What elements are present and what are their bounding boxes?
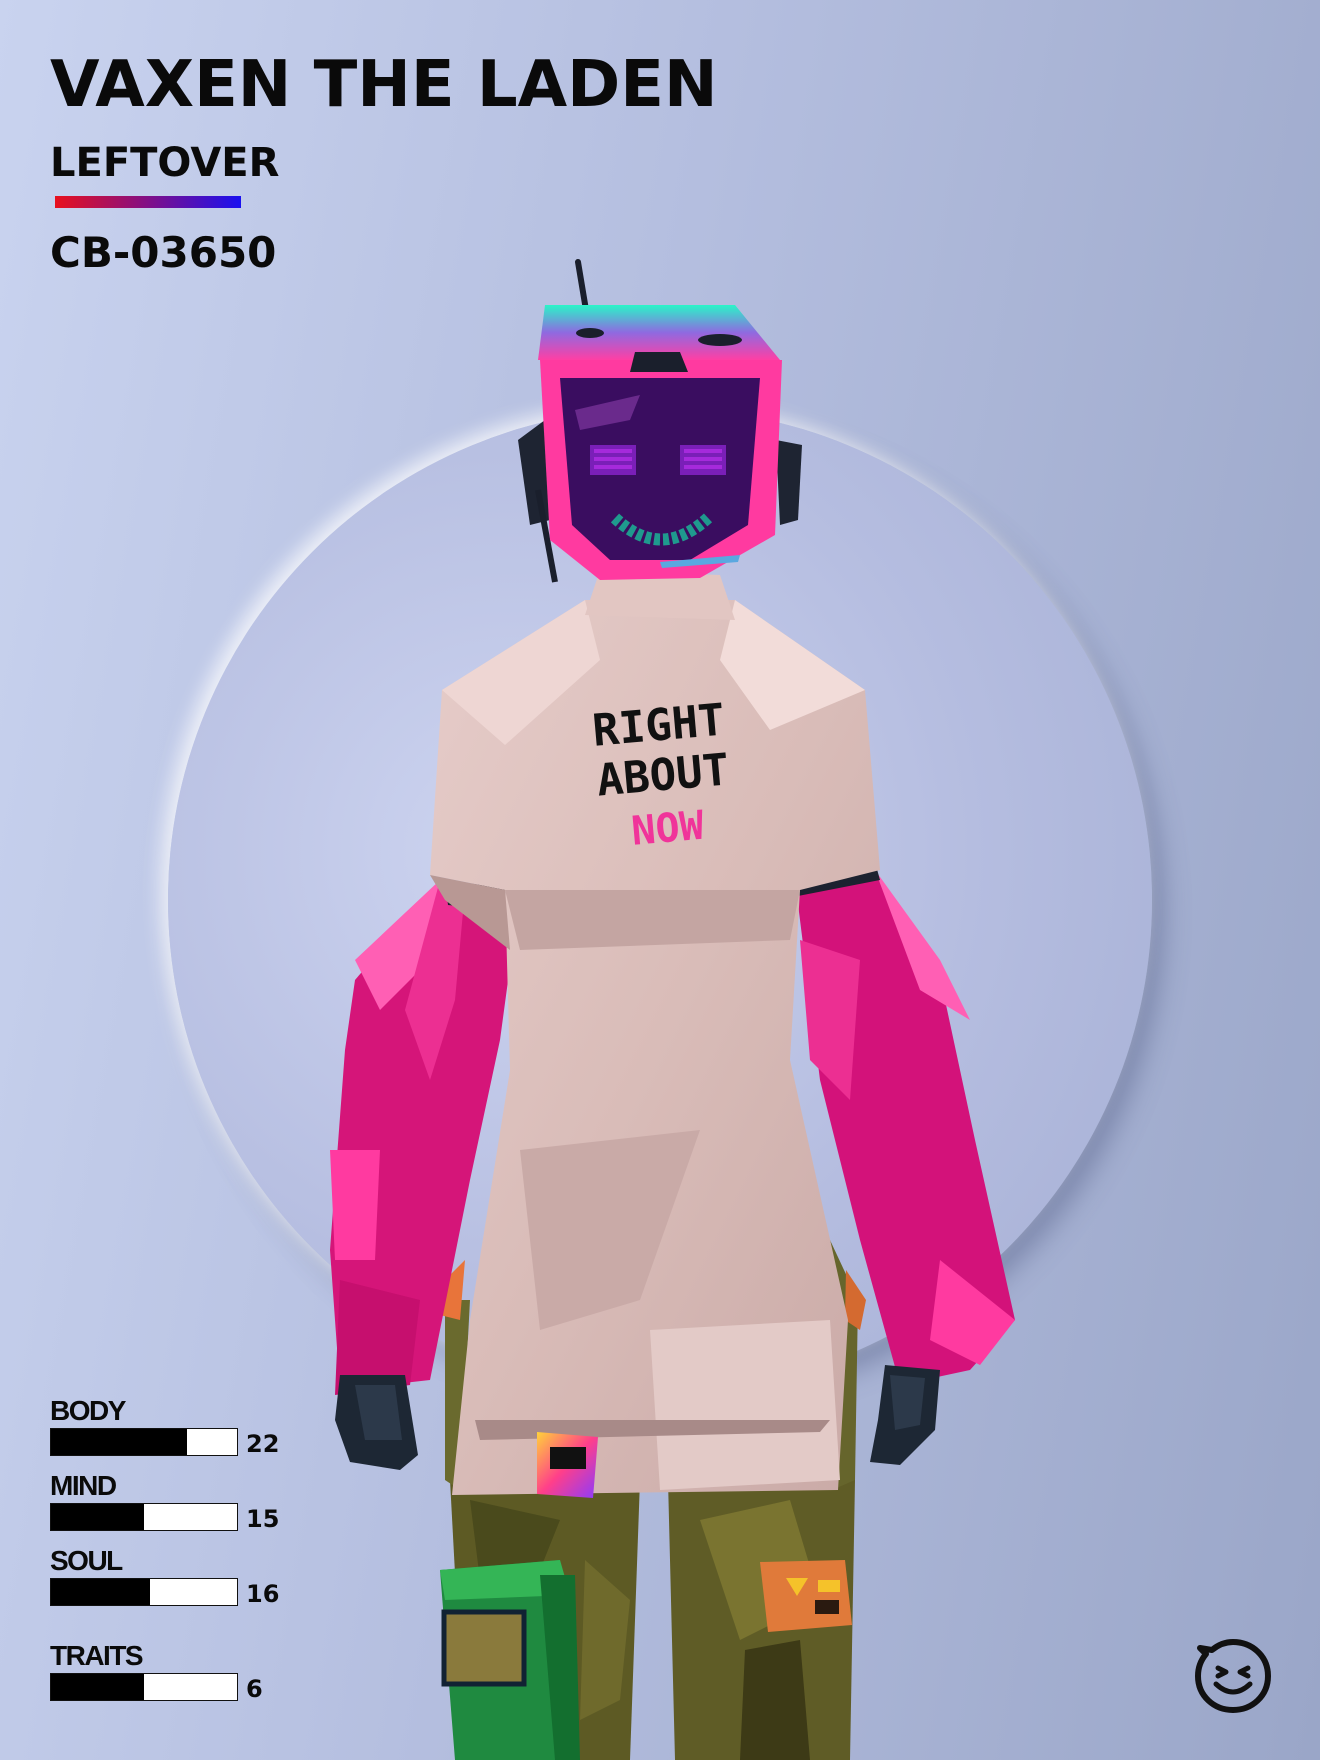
stat-label: BODY bbox=[50, 1395, 126, 1426]
serial-number: CB-03650 bbox=[50, 228, 277, 277]
stat-bar bbox=[50, 1503, 238, 1531]
stat-traits: TRAITS 6 bbox=[50, 1641, 290, 1705]
stat-mind: MIND 15 bbox=[50, 1471, 290, 1535]
leg-bag-orange bbox=[760, 1560, 852, 1632]
visor-eye-left bbox=[590, 445, 636, 475]
helmet bbox=[518, 259, 802, 583]
stat-body: BODY 22 bbox=[50, 1396, 290, 1460]
stat-bar bbox=[50, 1673, 238, 1701]
visor-eye-right bbox=[680, 445, 726, 475]
stat-bar bbox=[50, 1578, 238, 1606]
side-accent-right bbox=[845, 1270, 866, 1330]
stat-soul: SOUL 16 bbox=[50, 1546, 290, 1610]
leg-bag-green bbox=[440, 1560, 580, 1760]
shirt-text-line3: NOW bbox=[630, 803, 707, 855]
character-class: LEFTOVER bbox=[50, 140, 280, 186]
glove-left bbox=[335, 1375, 418, 1470]
stat-bar-fill bbox=[51, 1579, 150, 1605]
stat-label: SOUL bbox=[50, 1545, 123, 1576]
stat-bar bbox=[50, 1428, 238, 1456]
stat-bar-fill bbox=[51, 1674, 144, 1700]
pocket-patch bbox=[537, 1432, 598, 1498]
smiley-face-icon bbox=[1195, 1639, 1271, 1713]
rarity-bar bbox=[55, 196, 241, 208]
stat-bar-fill bbox=[51, 1429, 187, 1455]
character-name: VAXEN THE LADEN bbox=[50, 48, 718, 122]
stat-value: 6 bbox=[246, 1675, 263, 1703]
stat-value: 15 bbox=[246, 1505, 280, 1533]
stat-label: TRAITS bbox=[50, 1640, 144, 1671]
glove-right bbox=[870, 1365, 940, 1465]
stat-label: MIND bbox=[50, 1470, 117, 1501]
stat-bar-fill bbox=[51, 1504, 144, 1530]
stat-value: 22 bbox=[246, 1430, 280, 1458]
stat-value: 16 bbox=[246, 1580, 280, 1608]
